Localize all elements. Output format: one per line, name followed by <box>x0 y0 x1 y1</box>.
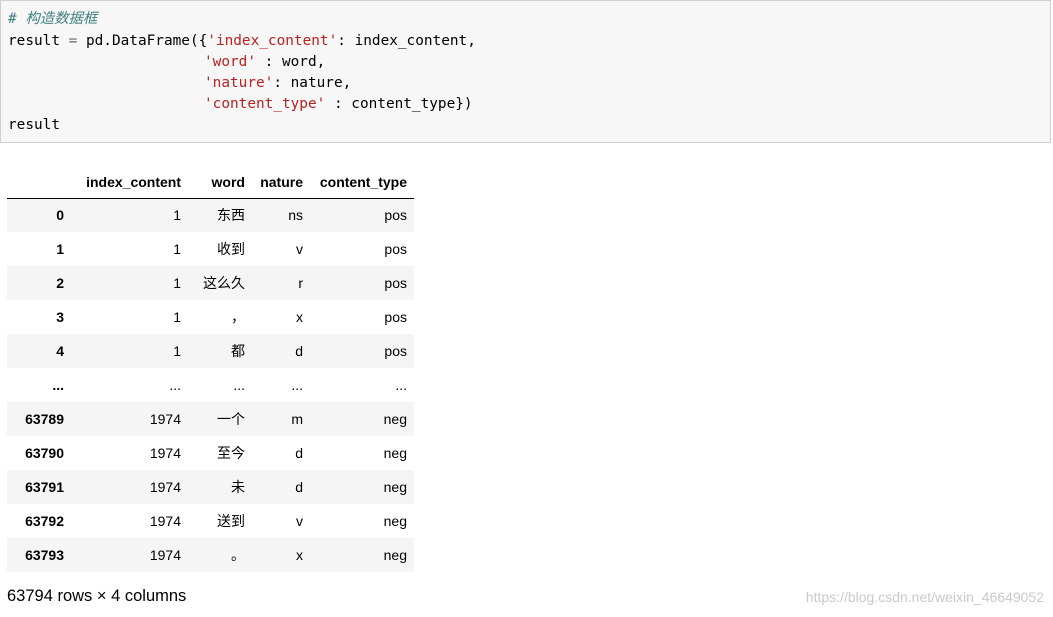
table-row: 1 1 收到 v pos <box>7 232 414 266</box>
cell-word: ， <box>231 310 245 326</box>
cell-content-type: neg <box>383 547 407 563</box>
table-row: 63789 1974 一个 m neg <box>7 402 414 436</box>
cell-nature: v <box>296 513 303 529</box>
cell-index-content: 1 <box>173 275 181 291</box>
cell-content-type: neg <box>383 479 407 495</box>
table-row: 2 1 这么久 r pos <box>7 266 414 300</box>
cell-index-content: 1 <box>173 207 181 224</box>
watermark: https://blog.csdn.net/weixin_46649052 <box>805 589 1044 605</box>
code-comment: # 构造数据框 <box>8 11 98 27</box>
row-index: 0 <box>56 207 64 224</box>
header-nature: nature <box>252 166 310 199</box>
cell-content-type: neg <box>383 513 407 529</box>
cell-content-type: pos <box>384 343 407 359</box>
code-line-5: result <box>8 117 60 133</box>
cell-nature: x <box>296 547 303 563</box>
cell-word: 至今 <box>217 446 245 462</box>
cell-word: 未 <box>231 480 245 496</box>
cell-index-content: 1974 <box>149 513 181 529</box>
header-index <box>7 166 71 199</box>
cell-nature: m <box>291 411 303 427</box>
cell-nature: ... <box>291 377 303 393</box>
row-index: 3 <box>56 309 64 325</box>
cell-index-content: 1 <box>173 309 181 325</box>
dataframe-shape-summary: 63794 rows × 4 columns <box>7 587 187 605</box>
cell-nature: x <box>296 309 303 325</box>
code-cell[interactable]: # 构造数据框 result = pd.DataFrame({'index_co… <box>0 0 1051 143</box>
cell-word: 东西 <box>217 208 245 225</box>
cell-word: 这么久 <box>203 276 245 292</box>
cell-index-content: 1 <box>173 241 181 257</box>
cell-index-content: 1974 <box>149 479 181 495</box>
cell-content-type: ... <box>395 377 407 393</box>
table-row: 63792 1974 送到 v neg <box>7 504 414 538</box>
cell-word: 都 <box>231 344 245 360</box>
row-index: 63790 <box>25 445 64 461</box>
cell-content-type: neg <box>383 411 407 427</box>
cell-content-type: neg <box>383 445 407 461</box>
code-line-2: 'word' : word, <box>204 54 326 70</box>
table-row-ellipsis: ... ... ... ... ... <box>7 368 414 402</box>
row-index: ... <box>52 377 64 393</box>
cell-nature: d <box>295 445 303 461</box>
table-header: index_content word nature content_type <box>7 166 414 199</box>
cell-nature: v <box>296 241 303 257</box>
cell-index-content: 1974 <box>149 411 181 427</box>
table-row: 63793 1974 。 x neg <box>7 538 414 572</box>
table-row: 3 1 ， x pos <box>7 300 414 334</box>
table-row: 0 1 东西 ns pos <box>7 198 414 232</box>
cell-content-type: pos <box>384 241 407 257</box>
table-row: 63791 1974 未 d neg <box>7 470 414 504</box>
cell-nature: d <box>295 343 303 359</box>
row-index: 1 <box>56 241 64 257</box>
header-index-content: index_content <box>71 166 188 199</box>
header-row: index_content word nature content_type <box>7 166 414 199</box>
dataframe-table: index_content word nature content_type 0… <box>7 166 414 572</box>
table-body: 0 1 东西 ns pos 1 1 收到 v pos 2 1 这么久 r pos… <box>7 198 414 572</box>
cell-nature: ns <box>288 207 303 224</box>
row-index: 63793 <box>25 547 64 563</box>
code-line-3: 'nature': nature, <box>204 75 352 91</box>
cell-nature: d <box>295 479 303 495</box>
row-index: 63791 <box>25 479 64 495</box>
cell-word: 收到 <box>217 242 245 258</box>
cell-content-type: pos <box>384 275 407 291</box>
row-index: 63789 <box>25 411 64 427</box>
cell-word: 。 <box>231 548 245 564</box>
cell-index-content: ... <box>169 377 181 393</box>
cell-index-content: 1974 <box>149 547 181 563</box>
row-index: 4 <box>56 343 64 359</box>
cell-index-content: 1 <box>173 343 181 359</box>
code-line-1: result = pd.DataFrame({'index_content': … <box>8 33 476 49</box>
cell-word: ... <box>233 377 245 393</box>
cell-index-content: 1974 <box>149 445 181 461</box>
code-line-4: 'content_type' : content_type}) <box>204 96 473 112</box>
row-index: 63792 <box>25 513 64 529</box>
table-row: 4 1 都 d pos <box>7 334 414 368</box>
table-row: 63790 1974 至今 d neg <box>7 436 414 470</box>
cell-word: 一个 <box>217 412 245 428</box>
cell-word: 送到 <box>217 514 245 530</box>
cell-content-type: pos <box>384 207 407 224</box>
cell-nature: r <box>298 275 303 291</box>
header-word: word <box>188 166 252 199</box>
cell-content-type: pos <box>384 309 407 325</box>
row-index: 2 <box>56 275 64 291</box>
header-content-type: content_type <box>310 166 414 199</box>
